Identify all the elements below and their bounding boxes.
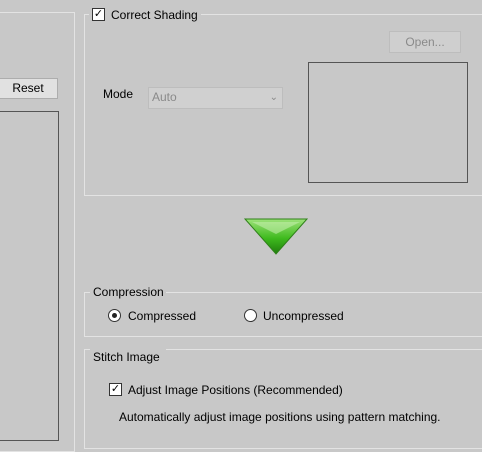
green-down-arrow-icon (244, 218, 308, 255)
adjust-positions-description: Automatically adjust image positions usi… (119, 410, 441, 424)
chevron-down-icon: ⌄ (269, 92, 278, 103)
stitch-title: Stitch Image (93, 350, 160, 364)
left-list-box[interactable] (0, 111, 59, 441)
uncompressed-label: Uncompressed (263, 309, 344, 323)
compression-title: Compression (93, 285, 164, 299)
reset-button[interactable]: Reset (0, 78, 58, 99)
uncompressed-radio[interactable] (244, 309, 257, 322)
radio-selected-dot (112, 313, 117, 318)
correct-shading-label: Correct Shading (111, 8, 198, 22)
adjust-positions-checkbox[interactable]: ✓ (109, 383, 122, 396)
checkmark-icon: ✓ (110, 383, 121, 395)
mode-label: Mode (103, 87, 134, 101)
adjust-positions-label: Adjust Image Positions (Recommended) (128, 383, 343, 397)
open-button[interactable]: Open... (389, 31, 461, 53)
mode-select-value: Auto (152, 90, 177, 104)
compressed-radio[interactable] (108, 309, 121, 322)
shading-preview-box (308, 62, 468, 183)
stitch-group-frame (84, 349, 482, 449)
checkmark-icon: ✓ (93, 8, 104, 20)
mode-select[interactable]: Auto ⌄ (148, 87, 283, 109)
compressed-label: Compressed (128, 309, 197, 323)
correct-shading-checkbox[interactable]: ✓ (92, 8, 105, 21)
